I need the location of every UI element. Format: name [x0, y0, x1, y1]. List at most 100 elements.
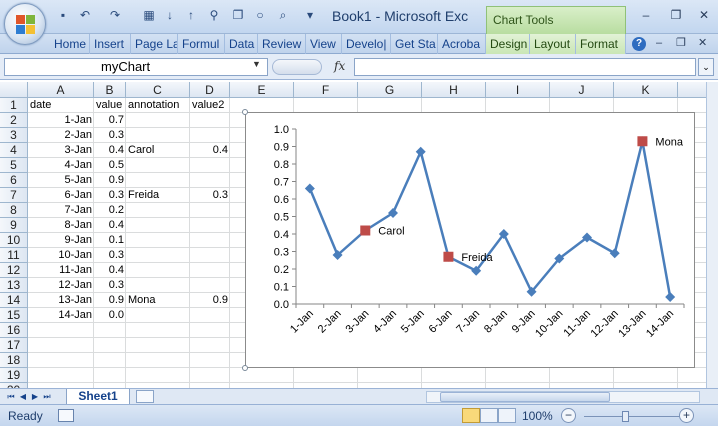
row-header-8[interactable]: 8 — [0, 203, 28, 218]
cell-c14[interactable]: Mona — [126, 293, 190, 308]
cell-c3[interactable] — [126, 128, 190, 143]
cell-b1[interactable]: value — [94, 98, 126, 113]
sort-descending-icon[interactable]: ↑ — [184, 8, 198, 22]
cell-c12[interactable] — [126, 263, 190, 278]
vertical-scrollbar[interactable] — [706, 82, 718, 388]
tab-get-started[interactable]: Get Sta — [391, 34, 438, 54]
circle-icon[interactable]: ○ — [253, 8, 267, 22]
redo-icon[interactable]: ↷ — [108, 8, 122, 22]
prev-sheet-icon[interactable]: ◀ — [18, 391, 28, 403]
cell-a6[interactable]: 5-Jan — [28, 173, 94, 188]
ribbon-close-icon[interactable]: ✕ — [698, 36, 707, 49]
row-header-16[interactable]: 16 — [0, 323, 28, 338]
cell-c8[interactable] — [126, 203, 190, 218]
row-header-10[interactable]: 10 — [0, 233, 28, 248]
column-header-b[interactable]: B — [94, 82, 126, 98]
cell-c13[interactable] — [126, 278, 190, 293]
print-preview-icon[interactable]: ⌕ — [276, 8, 290, 22]
tab-insert[interactable]: Insert — [90, 34, 131, 54]
row-header-13[interactable]: 13 — [0, 278, 28, 293]
cell-d2[interactable] — [190, 113, 230, 128]
cell-c10[interactable] — [126, 233, 190, 248]
cell-d3[interactable] — [190, 128, 230, 143]
filter-icon[interactable]: ⚲ — [207, 8, 221, 22]
tab-home[interactable]: Home — [50, 34, 90, 54]
zoom-slider[interactable] — [584, 416, 680, 417]
tab-layout[interactable]: Layout — [530, 34, 576, 54]
cell-d14[interactable]: 0.9 — [190, 293, 230, 308]
normal-view-icon[interactable] — [462, 408, 480, 423]
copy-icon[interactable]: ❐ — [231, 8, 245, 22]
table-icon[interactable]: ▦ — [142, 8, 156, 22]
row-header-5[interactable]: 5 — [0, 158, 28, 173]
cell-c4[interactable]: Carol — [126, 143, 190, 158]
cell-b9[interactable]: 0.4 — [94, 218, 126, 233]
zoom-level[interactable]: 100% — [522, 409, 553, 423]
cell-a1[interactable]: date — [28, 98, 94, 113]
page-layout-view-icon[interactable] — [480, 408, 498, 423]
cell-c9[interactable] — [126, 218, 190, 233]
cell-a2[interactable]: 1-Jan — [28, 113, 94, 128]
name-box[interactable]: myChart — [4, 58, 268, 76]
cell-d5[interactable] — [190, 158, 230, 173]
next-sheet-icon[interactable]: ▶ — [30, 391, 40, 403]
column-header-k[interactable]: K — [614, 82, 678, 98]
cell-c2[interactable] — [126, 113, 190, 128]
minimize-icon[interactable]: – — [636, 7, 656, 23]
zoom-slider-thumb[interactable] — [622, 411, 629, 422]
cell-b7[interactable]: 0.3 — [94, 188, 126, 203]
cell-a11[interactable]: 10-Jan — [28, 248, 94, 263]
cell-a4[interactable]: 3-Jan — [28, 143, 94, 158]
customize-toolbar-icon[interactable]: ▾ — [303, 8, 317, 22]
cell-b8[interactable]: 0.2 — [94, 203, 126, 218]
cell-d11[interactable] — [190, 248, 230, 263]
cell-a7[interactable]: 6-Jan — [28, 188, 94, 203]
sort-ascending-icon[interactable]: ↓ — [163, 8, 177, 22]
column-header-a[interactable]: A — [28, 82, 94, 98]
chart-resize-handle[interactable] — [242, 365, 248, 371]
cell-b13[interactable]: 0.3 — [94, 278, 126, 293]
horizontal-scroll-thumb[interactable] — [440, 392, 610, 402]
ribbon-restore-icon[interactable]: ❐ — [676, 36, 686, 49]
cell-a5[interactable]: 4-Jan — [28, 158, 94, 173]
column-header-e[interactable]: E — [230, 82, 294, 98]
cell-a14[interactable]: 13-Jan — [28, 293, 94, 308]
cell-a9[interactable]: 8-Jan — [28, 218, 94, 233]
macro-record-icon[interactable] — [58, 409, 74, 422]
tab-acrobat[interactable]: Acroba — [438, 34, 486, 54]
row-header-15[interactable]: 15 — [0, 308, 28, 323]
save-icon[interactable]: ▪ — [56, 8, 70, 22]
tab-sheet1[interactable]: Sheet1 — [66, 389, 130, 405]
row-header-12[interactable]: 12 — [0, 263, 28, 278]
row-header-6[interactable]: 6 — [0, 173, 28, 188]
close-icon[interactable]: ✕ — [694, 7, 714, 23]
tab-formulas[interactable]: Formul — [178, 34, 225, 54]
row-header-7[interactable]: 7 — [0, 188, 28, 203]
cell-b4[interactable]: 0.4 — [94, 143, 126, 158]
undo-icon[interactable]: ↶ — [78, 8, 92, 22]
page-break-view-icon[interactable] — [498, 408, 516, 423]
row-header-2[interactable]: 2 — [0, 113, 28, 128]
insert-sheet-icon[interactable] — [136, 390, 154, 403]
restore-icon[interactable]: ❐ — [666, 7, 686, 23]
cell-c15[interactable] — [126, 308, 190, 323]
row-header-11[interactable]: 11 — [0, 248, 28, 263]
office-button[interactable] — [4, 3, 46, 45]
column-header-i[interactable]: I — [486, 82, 550, 98]
cell-d12[interactable] — [190, 263, 230, 278]
cell-d9[interactable] — [190, 218, 230, 233]
row-header-14[interactable]: 14 — [0, 293, 28, 308]
tab-format[interactable]: Format — [576, 34, 626, 54]
first-sheet-icon[interactable]: ⏮ — [6, 391, 16, 403]
column-header-f[interactable]: F — [294, 82, 358, 98]
tab-view[interactable]: View — [306, 34, 342, 54]
cell-a12[interactable]: 11-Jan — [28, 263, 94, 278]
help-icon[interactable]: ? — [632, 37, 646, 51]
select-all-corner[interactable] — [0, 82, 28, 98]
cell-a15[interactable]: 14-Jan — [28, 308, 94, 323]
tab-page-layout[interactable]: Page La — [131, 34, 178, 54]
column-header-l[interactable]: L — [678, 82, 706, 98]
cell-b11[interactable]: 0.3 — [94, 248, 126, 263]
cell-b3[interactable]: 0.3 — [94, 128, 126, 143]
cell-a3[interactable]: 2-Jan — [28, 128, 94, 143]
